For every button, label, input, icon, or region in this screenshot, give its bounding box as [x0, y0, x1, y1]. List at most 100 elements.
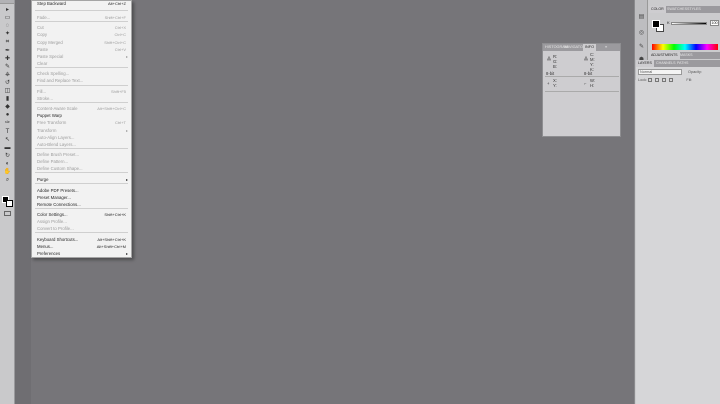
submenu-arrow-icon: ▸ [125, 251, 128, 256]
actions-icon[interactable]: ◎ [638, 30, 645, 37]
lasso-tool-icon[interactable]: ◌ [3, 23, 12, 30]
menu-item-label: Auto-Blend Layers... [37, 142, 76, 147]
tools-panel-grip[interactable] [0, 0, 14, 4]
pen-tool-icon[interactable]: ✑ [3, 120, 12, 127]
k-value-field[interactable]: 100 [710, 20, 719, 26]
background-color-swatch[interactable] [6, 200, 13, 207]
gradient-tool-icon[interactable]: ▮ [3, 96, 12, 103]
menu-item-label: Clear [37, 61, 48, 66]
menu-item-preferences[interactable]: Preferences ▸ [32, 250, 131, 257]
menu-item-purge[interactable]: Purge ▸ [32, 176, 131, 183]
menu-item-menus[interactable]: Menus... Alt+Shift+Ctrl+M [32, 243, 131, 250]
submenu-arrow-icon: ▸ [125, 54, 128, 59]
info-h-label: H: [590, 83, 595, 88]
menu-item-adobe-pdf-presets[interactable]: Adobe PDF Presets... [32, 187, 131, 194]
menu-item-keyboard-shortcuts[interactable]: Keyboard Shortcuts... Alt+Shift+Ctrl+K [32, 236, 131, 243]
color-panel-foreground[interactable] [652, 20, 660, 28]
menu-item-label: Assign Profile... [37, 219, 67, 224]
lock-position-icon[interactable] [662, 78, 667, 82]
menu-item-label: Content-Aware Scale [37, 106, 78, 111]
color-panel: COLOR SWATCHES STYLES K 100 [649, 6, 720, 52]
crop-tool-icon[interactable]: ⌗ [3, 39, 12, 46]
menu-item-auto-align-layers[interactable]: Auto-Align Layers... [32, 134, 131, 141]
path-select-tool-icon[interactable]: ↖ [3, 137, 12, 144]
tab-layers[interactable]: LAYERS [636, 60, 654, 67]
menu-item-color-settings[interactable]: Color Settings... Shift+Ctrl+K [32, 211, 131, 218]
menu-item-transform[interactable]: Transform ▸ [32, 127, 131, 134]
quick-mask-icon[interactable] [4, 211, 11, 216]
menu-item-step-backward[interactable]: Step Backward Alt+Ctrl+Z [32, 0, 131, 7]
blend-mode-select[interactable]: Normal [638, 69, 682, 75]
shape-tool-icon[interactable]: ▬ [3, 145, 12, 152]
menu-item-clear[interactable]: Clear [32, 60, 131, 67]
submenu-arrow-icon: ▸ [125, 128, 128, 133]
menu-item-label: Define Custom Shape... [37, 166, 83, 171]
menu-item-preset-manager[interactable]: Preset Manager... [32, 194, 131, 201]
3d-orbit-tool-icon[interactable]: ◐ [3, 161, 12, 168]
move-tool-icon[interactable]: ▸ [3, 7, 12, 14]
lock-pixels-icon[interactable] [655, 78, 660, 82]
menu-item-check-spelling[interactable]: Check Spelling... [32, 70, 131, 77]
eyedropper-tool-icon[interactable]: ✒ [3, 48, 12, 55]
menu-item-copy-merged[interactable]: Copy Merged Shift+Ctrl+C [32, 39, 131, 46]
layers-panel-tabs: LAYERS CHANNELS PATHS [636, 60, 720, 67]
menu-item-puppet-warp[interactable]: Puppet Warp [32, 112, 131, 119]
menu-item-define-pattern[interactable]: Define Pattern... [32, 158, 131, 165]
lock-transparency-icon[interactable] [648, 78, 653, 82]
menu-item-paste-special[interactable]: Paste Special ▸ [32, 53, 131, 60]
menu-item-label: Keyboard Shortcuts... [37, 237, 79, 242]
history-icon[interactable]: ▤ [638, 14, 645, 21]
3d-rotate-tool-icon[interactable]: ↻ [3, 153, 12, 160]
menu-item-define-custom-shape[interactable]: Define Custom Shape... [32, 165, 131, 172]
menu-separator [35, 102, 128, 103]
menu-item-shortcut: Shift+F5 [110, 89, 126, 94]
menu-separator [35, 208, 128, 209]
menu-item-shortcut: Alt+Shift+Ctrl+M [96, 244, 126, 249]
menu-item-label: Define Pattern... [37, 159, 69, 164]
tab-adjustments[interactable]: ADJUSTMENTS [649, 52, 680, 59]
menu-item-cut[interactable]: Cut Ctrl+X [32, 24, 131, 31]
menu-item-stroke[interactable]: Stroke... [32, 95, 131, 102]
menu-separator [35, 67, 128, 68]
info-y2-label: Y: [553, 83, 557, 88]
zoom-tool-icon[interactable]: ⌕ [3, 177, 12, 184]
dodge-tool-icon[interactable]: ● [3, 112, 12, 119]
panel-menu-icon[interactable]: ≡ [603, 44, 609, 51]
eyedropper-icon: ⁂ [547, 56, 552, 61]
menu-item-define-brush-preset[interactable]: Define Brush Preset... [32, 151, 131, 158]
color-ramp[interactable] [652, 44, 718, 50]
menu-item-content-aware-scale[interactable]: Content-Aware Scale Alt+Shift+Ctrl+C [32, 105, 131, 112]
brush-tool-icon[interactable]: ✎ [3, 64, 12, 71]
menu-item-label: Remote Connections... [37, 202, 81, 207]
healing-tool-icon[interactable]: ✚ [3, 56, 12, 63]
menu-item-auto-blend-layers[interactable]: Auto-Blend Layers... [32, 141, 131, 148]
quick-select-tool-icon[interactable]: ✦ [3, 31, 12, 38]
brushes-icon[interactable]: ✎ [638, 44, 645, 51]
menu-item-fade[interactable]: Fade... Shift+Ctrl+F [32, 14, 131, 21]
marquee-tool-icon[interactable]: ▭ [3, 15, 12, 22]
menu-item-label: Fill... [37, 89, 47, 94]
clone-stamp-tool-icon[interactable]: ⎈ [3, 72, 12, 79]
menu-item-free-transform[interactable]: Free Transform Ctrl+T [32, 119, 131, 126]
menu-item-paste[interactable]: Paste Ctrl+V [32, 46, 131, 53]
tab-styles[interactable]: STYLES [685, 6, 703, 13]
menu-item-remote-connections[interactable]: Remote Connections... [32, 201, 131, 208]
tab-color[interactable]: COLOR [649, 6, 666, 13]
menu-item-copy[interactable]: Copy Ctrl+C [32, 31, 131, 38]
tab-masks[interactable]: MASKS [678, 52, 695, 59]
menu-item-label: Free Transform [37, 120, 67, 125]
tab-paths[interactable]: PATHS [675, 60, 690, 67]
menu-item-convert-to-profile[interactable]: Convert to Profile... [32, 225, 131, 232]
menu-item-fill[interactable]: Fill... Shift+F5 [32, 88, 131, 95]
type-tool-icon[interactable]: T [3, 129, 12, 136]
blur-tool-icon[interactable]: ◆ [3, 104, 12, 111]
menu-item-assign-profile[interactable]: Assign Profile... [32, 218, 131, 225]
tab-info[interactable]: INFO [583, 44, 597, 51]
lock-all-icon[interactable] [669, 78, 674, 82]
menu-item-find-and-replace-text[interactable]: Find and Replace Text... [32, 77, 131, 84]
history-brush-tool-icon[interactable]: ↺ [3, 80, 12, 87]
menu-item-shortcut: Ctrl+X [114, 25, 126, 30]
eraser-tool-icon[interactable]: ◫ [3, 88, 12, 95]
k-slider[interactable] [671, 22, 707, 25]
hand-tool-icon[interactable]: ✋ [3, 169, 12, 176]
